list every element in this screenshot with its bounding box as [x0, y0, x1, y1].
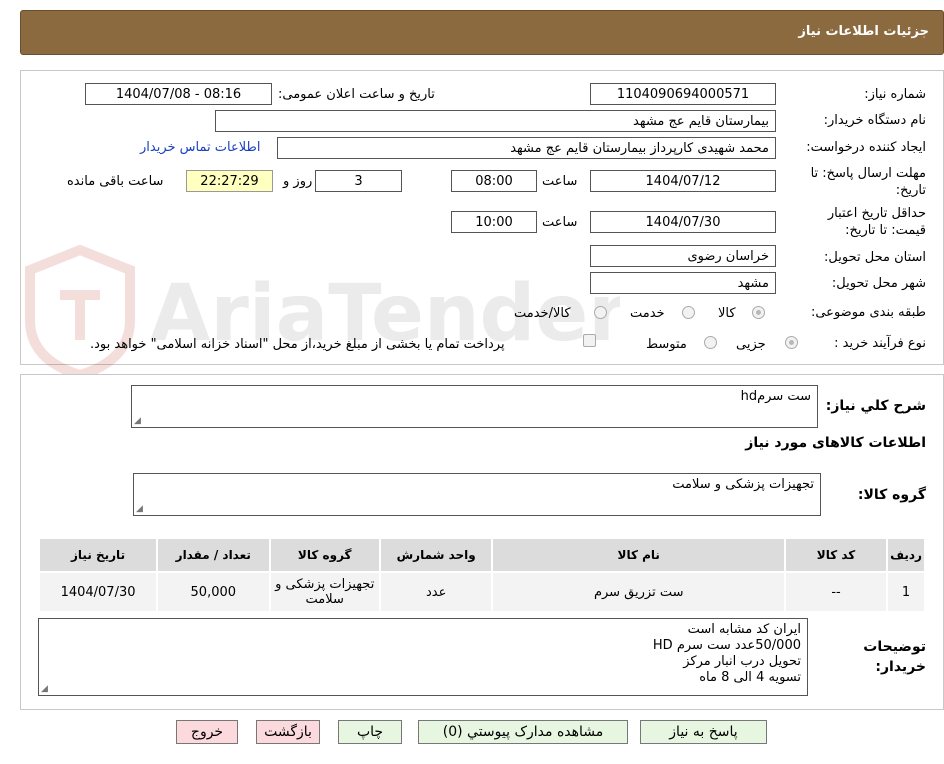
buyer-notes-line: 50/000عدد ست سرم HD	[652, 638, 801, 653]
cell-quantity: 50,000	[156, 571, 271, 613]
cell-unit: عدد	[378, 571, 494, 613]
cell-goods-group: تجهیزات پزشکی و سلامت	[268, 571, 381, 613]
announce-datetime-field: 1404/07/08 - 08:16	[85, 83, 272, 105]
province-field: خراسان رضوی	[590, 245, 776, 267]
goods-group-label: گروه کالا:	[857, 487, 926, 503]
goods-group-text: تجهیزات پزشکی و سلامت	[672, 477, 814, 492]
validity-date-field: 1404/07/30	[590, 211, 776, 233]
cell-row-number: 1	[886, 571, 926, 613]
deadline-date-field: 1404/07/12	[590, 170, 776, 192]
process-label: نوع فرآیند خرید :	[834, 336, 926, 351]
general-desc-textarea[interactable]: ست سرمhd ◢	[131, 385, 818, 428]
city-field: مشهد	[590, 272, 776, 294]
deadline-time-field: 08:00	[451, 170, 537, 192]
category-goods-radio[interactable]	[752, 306, 765, 319]
goods-info-title: اطلاعات کالاهای مورد نیاز	[745, 435, 926, 451]
reply-to-need-button[interactable]: پاسخ به نیاز	[640, 720, 767, 744]
table-header-row: ردیف کد کالا نام کالا واحد شمارش گروه کا…	[37, 537, 926, 573]
need-number-field: 1104090694000571	[590, 83, 776, 105]
category-service-label: خدمت	[630, 306, 665, 321]
print-button[interactable]: چاپ	[338, 720, 402, 744]
category-goods-label: کالا	[718, 306, 736, 321]
view-attachments-button[interactable]: مشاهده مدارک پیوستي (0)	[418, 720, 628, 744]
buyer-contact-link[interactable]: اطلاعات تماس خریدار	[140, 140, 260, 155]
buyer-notes-textarea[interactable]: ایران کد مشابه است 50/000عدد ست سرم HD ت…	[38, 618, 808, 696]
buyer-org-label: نام دستگاه خریدار:	[823, 113, 926, 128]
buyer-org-field: بیمارستان قایم عج مشهد	[215, 110, 776, 132]
treasury-payment-note: پرداخت تمام یا بخشی از مبلغ خرید،از محل …	[90, 337, 505, 352]
process-medium-label: متوسط	[646, 337, 687, 352]
category-service-radio[interactable]	[682, 306, 695, 319]
table-row: 1 -- ست تزریق سرم عدد تجهیزات پزشکی و سل…	[37, 571, 926, 613]
announce-label: تاریخ و ساعت اعلان عمومی:	[278, 87, 435, 102]
creator-label: ایجاد کننده درخواست:	[806, 140, 926, 155]
validity-time-field: 10:00	[451, 211, 537, 233]
cell-need-date: 1404/07/30	[37, 571, 159, 613]
resize-grip-icon[interactable]: ◢	[136, 505, 143, 514]
col-header-goods-name: نام کالا	[491, 537, 787, 573]
resize-grip-icon[interactable]: ◢	[134, 417, 141, 426]
process-minor-label: جزیی	[736, 337, 766, 352]
buyer-notes-line: تحویل درب انبار مرکز	[683, 654, 801, 669]
treasury-payment-checkbox[interactable]	[583, 334, 596, 347]
validity-time-label: ساعت	[542, 215, 578, 230]
col-header-unit: واحد شمارش	[378, 537, 494, 573]
creator-field: محمد شهیدی کارپرداز بیمارستان قایم عج مش…	[277, 137, 776, 159]
category-both-label: کالا/خدمت	[514, 306, 571, 321]
col-header-goods-group: گروه کالا	[268, 537, 381, 573]
deadline-time-label: ساعت	[542, 174, 578, 189]
category-both-radio[interactable]	[594, 306, 607, 319]
city-label: شهر محل تحویل:	[831, 276, 926, 291]
province-label: استان محل تحویل:	[824, 250, 926, 265]
resize-grip-icon[interactable]: ◢	[41, 685, 48, 694]
days-remaining-field: 3	[315, 170, 402, 192]
validity-label: حداقل تاریخ اعتبار قیمت: تا تاریخ:	[827, 206, 926, 238]
general-desc-label: شرح کلي نیاز:	[825, 398, 926, 414]
remaining-time-field: 22:27:29	[186, 170, 273, 192]
col-header-quantity: تعداد / مقدار	[156, 537, 271, 573]
page-title: جزئیات اطلاعات نیاز	[798, 24, 929, 39]
exit-button[interactable]: خروج	[176, 720, 238, 744]
category-label: طبقه بندی موضوعی:	[810, 305, 926, 320]
page-header: جزئیات اطلاعات نیاز	[20, 10, 944, 55]
buyer-notes-label: توضیحات خریدار:	[863, 639, 926, 675]
cell-goods-name: ست تزریق سرم	[491, 571, 787, 613]
process-minor-radio[interactable]	[785, 336, 798, 349]
days-label: روز و	[283, 174, 313, 189]
col-header-row-number: ردیف	[886, 537, 926, 573]
process-medium-radio[interactable]	[704, 336, 717, 349]
deadline-label: مهلت ارسال پاسخ: تا تاریخ:	[810, 166, 926, 198]
col-header-need-date: تاریخ نیاز	[37, 537, 159, 573]
buyer-notes-line: تسویه 4 الی 8 ماه	[699, 670, 801, 685]
back-button[interactable]: بازگشت	[256, 720, 320, 744]
general-desc-text: ست سرمhd	[740, 389, 811, 404]
cell-goods-code: --	[784, 571, 889, 613]
col-header-goods-code: کد کالا	[784, 537, 889, 573]
goods-group-textarea[interactable]: تجهیزات پزشکی و سلامت ◢	[133, 473, 821, 516]
buyer-notes-line: ایران کد مشابه است	[687, 622, 801, 637]
need-number-label: شماره نیاز:	[864, 87, 926, 102]
remaining-label: ساعت باقی مانده	[67, 174, 164, 189]
goods-table: ردیف کد کالا نام کالا واحد شمارش گروه کا…	[37, 537, 926, 613]
